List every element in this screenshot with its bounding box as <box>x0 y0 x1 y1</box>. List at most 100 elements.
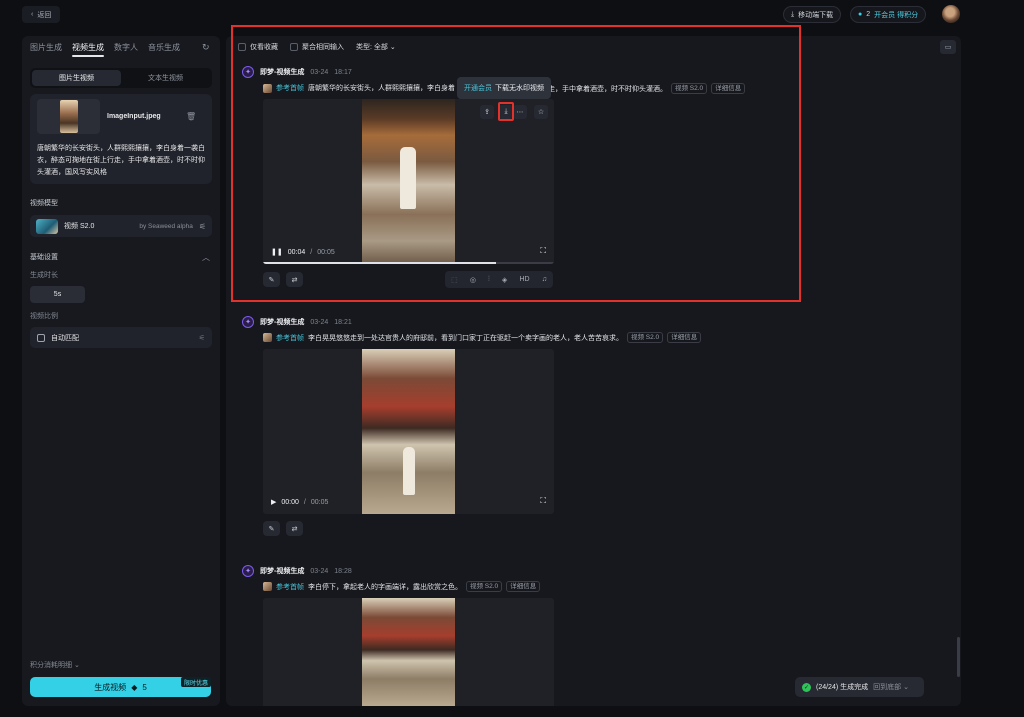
model-by: by Seaweed alpha <box>139 222 193 230</box>
fullscreen-icon[interactable]: ⛶ <box>540 496 546 506</box>
vip-credits-button[interactable]: ● 2 开会员 得积分 <box>850 6 927 23</box>
playback-controls: ▶ 00:00 / 00:05 <box>271 498 329 507</box>
record-date: 03-24 <box>310 318 329 326</box>
detail-tag[interactable]: 详细信息 <box>506 581 541 592</box>
aspect-ratio-icon <box>37 333 45 342</box>
audio-icon[interactable]: ⫶ <box>488 276 490 284</box>
chevron-down-icon: ⌄ <box>73 662 80 669</box>
checkbox[interactable] <box>238 43 246 52</box>
total-time: 00:05 <box>310 498 329 506</box>
favorites-filter[interactable]: 仅看收藏 <box>238 42 278 52</box>
tab-video[interactable]: 视频生成 <box>72 42 104 57</box>
video-frame <box>362 598 455 706</box>
record-date: 03-24 <box>310 567 329 575</box>
generation-tabs: 图片生成 视频生成 数字人 音乐生成 <box>30 42 180 57</box>
reference-label: 参考首帧 <box>276 583 304 591</box>
edit-icon[interactable]: ✎ <box>263 272 280 287</box>
model-selector[interactable]: 视频 S2.0 by Seaweed alpha ⚟ <box>30 215 212 237</box>
scrollbar[interactable] <box>957 637 960 677</box>
reference-label: 参考首帧 <box>276 334 304 342</box>
playback-controls: ❚❚ 00:04 / 00:05 <box>271 248 335 257</box>
interpolate-icon[interactable]: ◈ <box>502 276 507 284</box>
edit-icon[interactable]: ✎ <box>263 521 280 536</box>
promo-badge: 限时优惠 <box>181 677 212 687</box>
download-tooltip: 开通会员 下载无水印视频 <box>457 77 551 99</box>
refresh-icon[interactable]: ↻ <box>202 42 210 53</box>
star-icon[interactable]: ☆ <box>534 105 548 119</box>
hd-upscale[interactable]: HD <box>519 276 529 283</box>
record-time: 18:21 <box>334 318 352 326</box>
record-header: ✦ 即梦-视频生成 03-24 18:17 <box>242 66 352 78</box>
status-toast: ✓ (24/24) 生成完成 回到底部 ⌄ <box>795 677 924 697</box>
tab-image[interactable]: 图片生成 <box>30 42 62 53</box>
chevron-down-icon: ⌄ <box>903 684 909 691</box>
favorites-label: 仅看收藏 <box>250 44 278 51</box>
duration-option[interactable]: 5s <box>30 286 85 303</box>
record-prompt-line: 参考首帧 李白停下，拿起老人的字画端详，露出欣赏之色。 视频 S2.0 详细信息 <box>263 581 541 592</box>
total-time: 00:05 <box>317 248 335 256</box>
mobile-download-button[interactable]: ⤓ 移动端下载 <box>783 6 842 23</box>
play-icon[interactable]: ▶ <box>271 498 276 506</box>
mode-switch: 图片生视频 文本生视频 <box>30 68 212 88</box>
tooltip-vip-link[interactable]: 开通会员 <box>464 83 492 93</box>
back-label: 返回 <box>37 11 52 19</box>
current-time: 00:00 <box>281 498 299 506</box>
avatar[interactable] <box>942 5 960 23</box>
tab-music[interactable]: 音乐生成 <box>148 42 180 53</box>
record-time: 18:17 <box>334 68 352 76</box>
back-button[interactable]: ‹ 返回 <box>22 6 61 23</box>
chevron-up-icon[interactable]: ︿ <box>202 252 210 263</box>
reference-label: 参考首帧 <box>276 85 304 92</box>
regenerate-icon[interactable]: ⇄ <box>286 521 303 536</box>
detail-tag[interactable]: 详细信息 <box>667 332 702 343</box>
video-figure <box>403 447 415 495</box>
credits-count: 2 <box>866 11 871 18</box>
generate-cost: 5 <box>142 682 147 692</box>
music-icon[interactable]: ♫ <box>542 276 547 283</box>
video-player[interactable]: ❚❚ 00:04 / 00:05 ⛶ <box>263 99 554 264</box>
tab-digital-human[interactable]: 数字人 <box>114 42 138 53</box>
current-time: 00:04 <box>287 248 306 256</box>
reference-frame-thumbnail[interactable] <box>263 582 272 591</box>
merge-filter[interactable]: 聚合相同输入 <box>290 42 344 52</box>
lipsync-icon[interactable]: ◎ <box>470 276 476 284</box>
record-header: ✦ 即梦-视频生成 03-24 18:28 <box>242 565 352 577</box>
regenerate-icon[interactable]: ⇄ <box>286 272 303 287</box>
checkbox[interactable] <box>290 43 298 52</box>
fullscreen-icon[interactable]: ⛶ <box>540 246 546 256</box>
frame-icon[interactable]: ⬚ <box>451 276 458 284</box>
record-prompt-tail: 行走，手中拿着酒壶，时不时仰头灌酒。 <box>541 85 667 93</box>
check-icon: ✓ <box>802 682 811 692</box>
record-title: 即梦-视频生成 <box>260 319 305 326</box>
detail-tag[interactable]: 详细信息 <box>711 83 746 94</box>
reference-frame-thumbnail[interactable] <box>263 333 272 342</box>
prompt-text[interactable]: 唐朝繁华的长安街头，人群熙熙攘攘，李白身着一袭白衣，醉态可掬地在街上行走，手中拿… <box>37 143 205 179</box>
credit-detail-link[interactable]: 积分消耗明细 ⌄ <box>30 660 80 670</box>
model-name: 视频 S2.0 <box>64 223 95 230</box>
download-highlight-box <box>498 102 514 121</box>
back-to-bottom-link[interactable]: 回到底部 ⌄ <box>873 682 909 692</box>
video-player[interactable] <box>263 598 554 706</box>
filter-bar: 仅看收藏 聚合相同输入 类型: 全部 ⌄ <box>238 42 396 52</box>
type-filter[interactable]: 类型: 全部 ⌄ <box>356 42 396 52</box>
reference-frame-thumbnail[interactable] <box>263 83 272 93</box>
share-icon[interactable]: ⇪ <box>480 105 494 119</box>
record-date: 03-24 <box>310 68 329 76</box>
uploaded-filename: ImageInput.jpeg <box>107 113 161 120</box>
model-tag: 视频 S2.0 <box>627 332 664 343</box>
mode-image-to-video[interactable]: 图片生视频 <box>32 70 121 86</box>
record-title: 即梦-视频生成 <box>260 568 305 575</box>
mode-text-to-video[interactable]: 文本生视频 <box>121 70 210 86</box>
progress-bar[interactable] <box>263 262 554 264</box>
more-icon[interactable]: ⋯ <box>513 105 527 119</box>
credit-icon: ● <box>858 11 863 18</box>
ratio-selector[interactable]: 自动匹配 ⚟ <box>30 327 212 348</box>
pause-icon[interactable]: ❚❚ <box>271 248 283 256</box>
video-player[interactable]: ▶ 00:00 / 00:05 ⛶ <box>263 349 554 514</box>
record-prompt-tail-line: 行走，手中拿着酒壶，时不时仰头灌酒。 视频 S2.0 详细信息 <box>541 83 746 94</box>
folder-icon[interactable]: ▭ <box>940 40 956 54</box>
trash-icon[interactable]: 🗑 <box>186 112 196 121</box>
model-tag: 视频 S2.0 <box>671 83 708 94</box>
ratio-value: 自动匹配 <box>51 334 79 342</box>
record-prompt: 唐朝繁华的长安街头，人群熙熙攘攘，李白身着 <box>308 85 455 92</box>
